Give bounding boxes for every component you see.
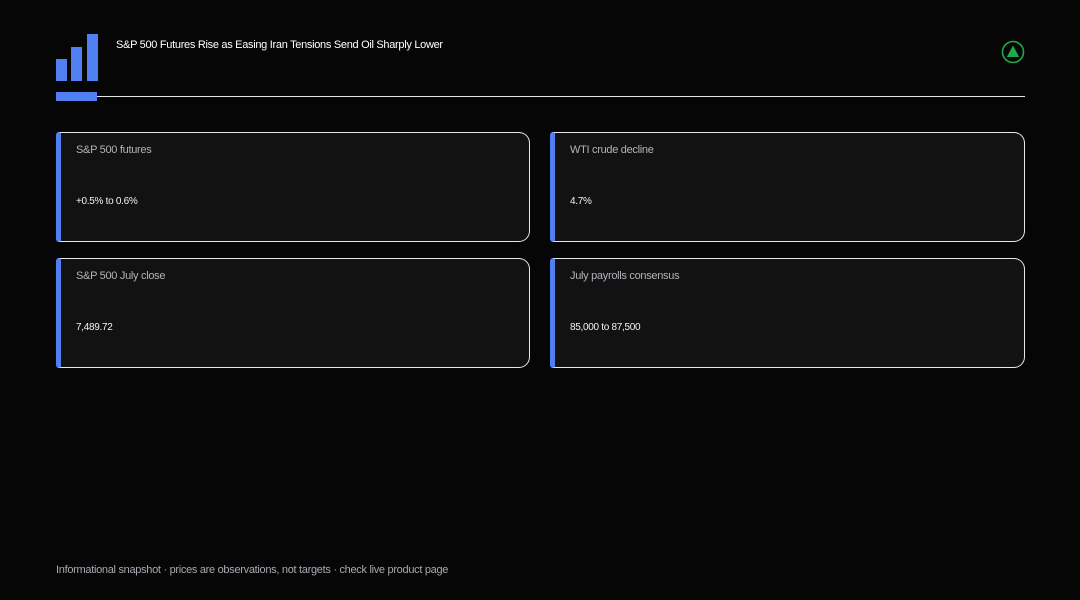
metric-card-wti-crude-decline: WTI crude decline 4.7% xyxy=(550,132,1025,242)
metric-value: 85,000 to 87,500 xyxy=(570,322,641,333)
metric-label: S&P 500 July close xyxy=(76,270,166,282)
metric-card-sp500-futures: S&P 500 futures +0.5% to 0.6% xyxy=(56,132,530,242)
metric-value: 7,489.72 xyxy=(76,322,113,333)
disclaimer-footer: Informational snapshot · prices are obse… xyxy=(56,564,449,576)
logo-bar-medium xyxy=(71,47,82,81)
logo-bar-short xyxy=(56,59,67,81)
header-divider xyxy=(56,96,1025,97)
header-divider-accent xyxy=(56,92,97,101)
metric-value: 4.7% xyxy=(570,196,592,207)
bar-chart-logo-icon xyxy=(56,33,98,81)
page-title: S&P 500 Futures Rise as Easing Iran Tens… xyxy=(116,39,443,51)
metric-value: +0.5% to 0.6% xyxy=(76,196,138,207)
metric-label: July payrolls consensus xyxy=(570,270,680,282)
metric-label: WTI crude decline xyxy=(570,144,654,156)
logo-bar-tall xyxy=(87,34,98,81)
up-triangle-icon xyxy=(1001,40,1025,64)
metric-card-july-payrolls-consensus: July payrolls consensus 85,000 to 87,500 xyxy=(550,258,1025,368)
metric-card-sp500-july-close: S&P 500 July close 7,489.72 xyxy=(56,258,530,368)
metric-label: S&P 500 futures xyxy=(76,144,152,156)
